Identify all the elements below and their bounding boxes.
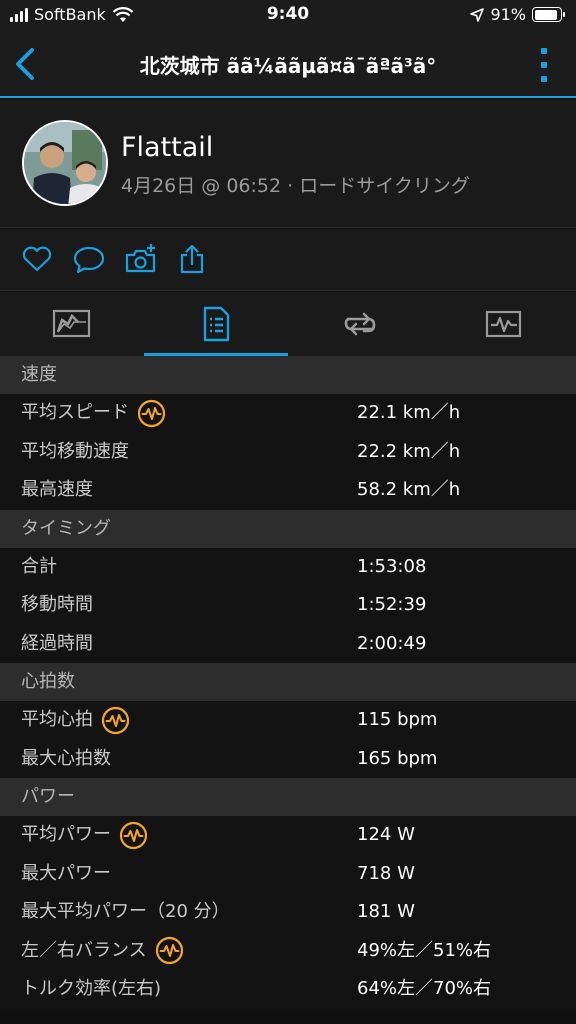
- overview-map-icon: [52, 309, 91, 338]
- stat-label-wrap: 平均心拍: [21, 701, 130, 739]
- activity-profile: Flattail 4月26日 @ 06:52 · ロードサイクリング: [0, 100, 576, 228]
- page-title: 北茨城市 ãã¼ããµã¤ã¯ãªã³ã°: [139, 54, 437, 78]
- stat-row: 移動時間 1:52:39: [0, 586, 576, 625]
- heart-rate-compare-icon[interactable]: [137, 399, 166, 428]
- share-icon: [180, 244, 204, 274]
- stat-label: トルク効率(左右): [21, 978, 162, 999]
- stat-row: 左／右バランス 49%左／51%右: [0, 931, 576, 970]
- more-options-button[interactable]: [538, 48, 550, 82]
- add-photo-button[interactable]: [124, 243, 158, 275]
- stat-row: 最大パワー 718 W: [0, 854, 576, 893]
- stat-row: 平均心拍 115 bpm: [0, 701, 576, 740]
- activity-meta: 4月26日 @ 06:52 · ロードサイクリング: [121, 175, 470, 197]
- section-header: パワー: [0, 778, 576, 816]
- stat-value: 124 W: [357, 824, 415, 845]
- stat-value: 49%左／51%右: [357, 939, 492, 961]
- comment-icon: [73, 246, 105, 274]
- tab-charts[interactable]: [432, 292, 576, 356]
- stat-label-wrap: 移動時間: [21, 586, 93, 624]
- stat-row: トルク効率(左右) 64%左／70%右: [0, 970, 576, 1009]
- stat-label: 最大平均パワー（20 分）: [21, 901, 230, 922]
- stat-label-wrap: 左／右バランス: [21, 932, 184, 970]
- stat-value: 718 W: [357, 862, 415, 884]
- stat-value: 181 W: [357, 901, 415, 922]
- stat-label: 平均パワー: [21, 824, 111, 845]
- heart-icon: [22, 246, 52, 272]
- stat-row: 最大心拍数 165 bpm: [0, 739, 576, 778]
- stat-label: 最高速度: [21, 479, 93, 500]
- stat-row: 平均パワー 124 W: [0, 816, 576, 855]
- stat-row: 最高速度 58.2 km／h: [0, 471, 576, 510]
- stat-label-wrap: 最大心拍数: [21, 740, 111, 778]
- stat-value: 165 bpm: [357, 747, 438, 769]
- stat-label: 最大パワー: [21, 862, 111, 884]
- stat-value: 22.1 km／h: [357, 402, 461, 423]
- activity-tabs: [0, 292, 576, 356]
- stat-value: 2:00:49: [357, 632, 427, 654]
- stat-label: 合計: [21, 555, 57, 577]
- stat-value: 1:52:39: [357, 594, 427, 615]
- stat-label-wrap: 経過時間: [21, 625, 93, 663]
- stat-label-wrap: 最大パワー: [21, 855, 111, 893]
- stat-label-wrap: 最高速度: [21, 471, 93, 509]
- social-actions: [0, 229, 576, 291]
- stat-value: 115 bpm: [357, 709, 438, 730]
- share-button[interactable]: [176, 243, 210, 275]
- stat-label: 平均心拍: [21, 709, 93, 730]
- stat-label: 経過時間: [21, 632, 93, 654]
- stat-label-wrap: 最大平均パワー（20 分）: [21, 893, 230, 931]
- heart-rate-compare-icon[interactable]: [155, 936, 184, 965]
- stat-label: 左／右バランス: [21, 939, 147, 961]
- battery-percent: 91%: [490, 5, 526, 24]
- add-photo-icon: [125, 244, 156, 273]
- stat-value: 58.2 km／h: [357, 479, 461, 500]
- location-arrow-icon: [470, 7, 485, 22]
- avatar[interactable]: [22, 120, 108, 206]
- avatar-photo: [24, 122, 106, 204]
- laps-icon: [344, 312, 376, 336]
- stat-label: 平均スピード: [21, 402, 129, 423]
- stat-value: 64%左／70%右: [357, 978, 492, 999]
- stat-label-wrap: 平均移動速度: [21, 433, 129, 471]
- stat-row: 平均移動速度 22.2 km／h: [0, 432, 576, 471]
- stat-row: 平均スピード 22.1 km／h: [0, 394, 576, 433]
- stat-label-wrap: 合計: [21, 548, 57, 586]
- tab-stats[interactable]: [144, 292, 288, 356]
- section-header: 心拍数: [0, 663, 576, 701]
- comment-button[interactable]: [72, 243, 106, 275]
- user-name[interactable]: Flattail: [121, 132, 213, 163]
- stats-list-icon: [203, 306, 230, 342]
- app-header: 北茨城市 ãã¼ããµã¤ã¯ãªã³ã°: [0, 32, 576, 98]
- charts-icon: [485, 310, 522, 338]
- stat-value: 1:53:08: [357, 555, 427, 577]
- like-button[interactable]: [20, 243, 54, 275]
- heart-rate-compare-icon[interactable]: [119, 821, 148, 850]
- stat-row: 合計 1:53:08: [0, 547, 576, 586]
- stat-label: 平均移動速度: [21, 440, 129, 462]
- stat-label-wrap: 平均スピード: [21, 394, 166, 432]
- heart-rate-compare-icon[interactable]: [101, 706, 130, 735]
- chevron-left-icon: [16, 48, 34, 80]
- battery-icon: [532, 7, 565, 22]
- status-right: 91%: [470, 5, 565, 24]
- section-header: タイミング: [0, 509, 576, 548]
- status-bar: SoftBank 9:40 91%: [0, 0, 576, 32]
- back-button[interactable]: [8, 44, 44, 84]
- stat-label: 最大心拍数: [21, 747, 111, 769]
- stat-label-wrap: トルク効率(左右): [21, 970, 161, 1008]
- stats-list: 速度平均スピード 22.1 km／h 平均移動速度 22.2 km／h 最高速度 58.2…: [0, 356, 576, 1009]
- section-header: 速度: [0, 356, 576, 394]
- stat-row: 最大平均パワー（20 分） 181 W: [0, 893, 576, 932]
- stat-label-wrap: 平均パワー: [21, 816, 148, 854]
- stat-label: 移動時間: [21, 594, 93, 615]
- stat-row: 経過時間 2:00:49: [0, 624, 576, 663]
- tab-laps[interactable]: [288, 292, 432, 356]
- tab-overview[interactable]: [0, 292, 144, 356]
- stat-value: 22.2 km／h: [357, 440, 461, 462]
